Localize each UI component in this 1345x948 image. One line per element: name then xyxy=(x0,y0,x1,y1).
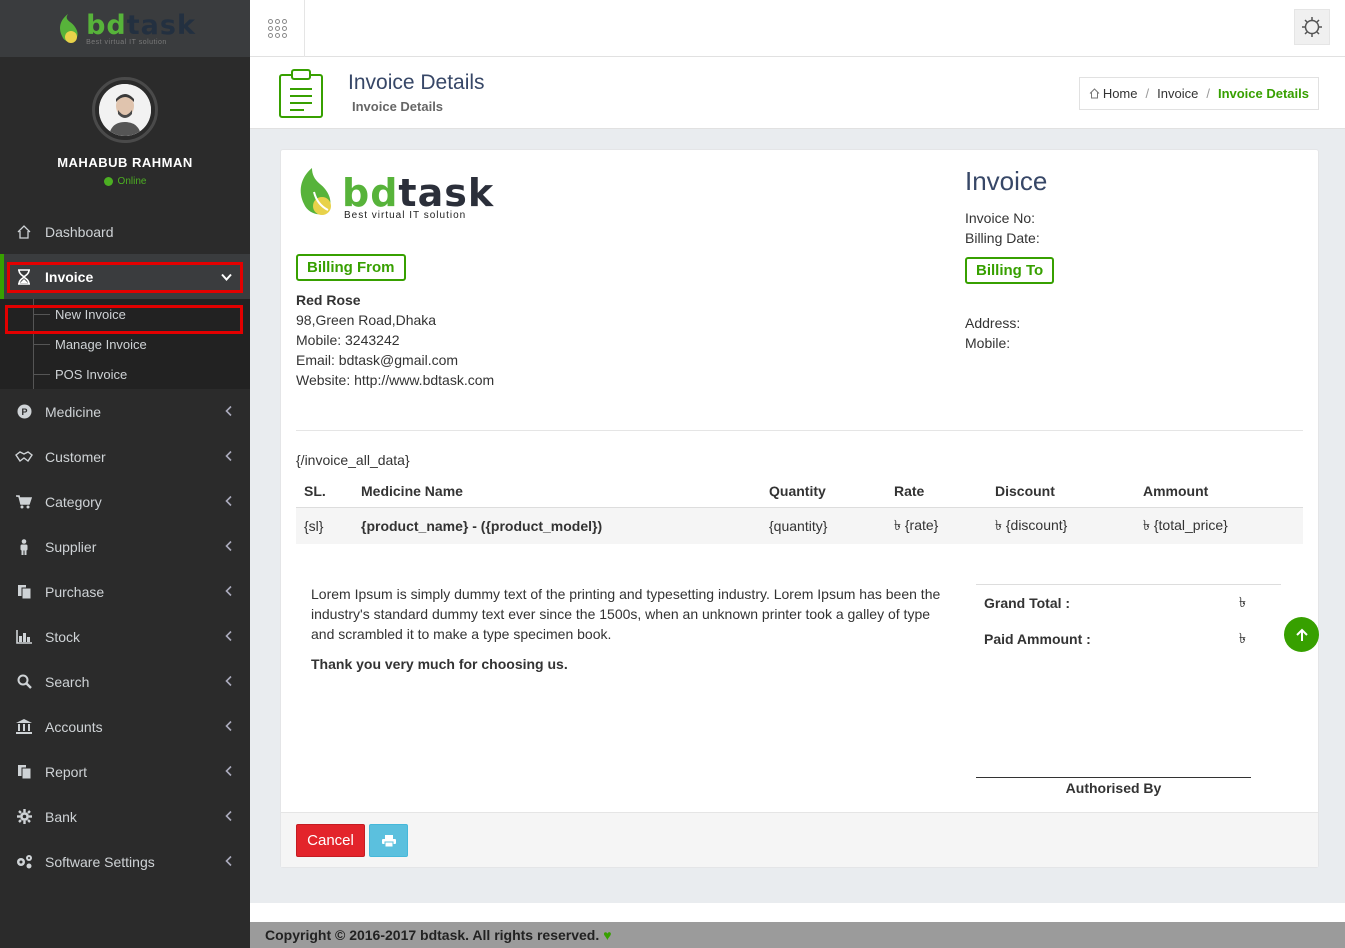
chevron-left-icon xyxy=(225,719,232,734)
sidebar-item-software-settings[interactable]: Software Settings xyxy=(0,839,250,884)
invoice-meta: Invoice No: Billing Date: xyxy=(965,210,1040,246)
user-status: Online xyxy=(0,176,250,187)
scroll-to-top-button[interactable] xyxy=(1284,617,1319,652)
paid-amount-row: Paid Ammount : ৳ xyxy=(984,630,1246,647)
sidebar-item-search[interactable]: Search xyxy=(0,659,250,704)
pill-icon: P xyxy=(15,403,33,421)
invoice-title: Invoice xyxy=(965,166,1048,196)
online-dot-icon xyxy=(103,177,113,186)
invoice-items-table: SL. Medicine Name Quantity Rate Discount… xyxy=(296,475,1303,544)
print-icon xyxy=(381,834,396,847)
sidebar-item-bank[interactable]: Bank xyxy=(0,794,250,839)
template-tag: {/invoice_all_data} xyxy=(296,452,410,468)
copy-icon xyxy=(15,763,33,781)
page-header: Invoice Details Invoice Details Home / I… xyxy=(250,57,1345,129)
col-amount: Ammount xyxy=(1135,475,1303,508)
sidebar-item-medicine[interactable]: P Medicine xyxy=(0,389,250,434)
col-sl: SL. xyxy=(296,475,353,508)
col-rate: Rate xyxy=(886,475,987,508)
heart-icon: ♥ xyxy=(603,927,612,943)
sidebar-logo[interactable]: bdtask Best virtual IT solution xyxy=(0,0,250,57)
breadcrumb-invoice[interactable]: Invoice xyxy=(1157,86,1198,101)
chevron-left-icon xyxy=(225,629,232,644)
gears-icon xyxy=(15,853,33,871)
copy-icon xyxy=(15,583,33,601)
sidebar-item-report[interactable]: Report xyxy=(0,749,250,794)
chevron-left-icon xyxy=(225,764,232,779)
sidebar-item-supplier[interactable]: Supplier xyxy=(0,524,250,569)
sidebar-item-customer[interactable]: Customer xyxy=(0,434,250,479)
table-header-row: SL. Medicine Name Quantity Rate Discount… xyxy=(296,475,1303,508)
sidebar-item-purchase[interactable]: Purchase xyxy=(0,569,250,614)
cancel-button[interactable]: Cancel xyxy=(296,824,365,857)
bank-icon xyxy=(15,718,33,736)
leaf-logo-icon xyxy=(300,168,331,215)
sidebar-item-category[interactable]: Category xyxy=(0,479,250,524)
chevron-left-icon xyxy=(225,539,232,554)
gear-icon xyxy=(1302,17,1322,37)
content-bottom xyxy=(250,903,1345,922)
signature-label: Authorised By xyxy=(1065,780,1162,796)
col-quantity: Quantity xyxy=(761,475,886,508)
invoice-note: Lorem Ipsum is simply dummy text of the … xyxy=(311,584,951,674)
table-row: {sl} {product_name} - ({product_model}) … xyxy=(296,507,1303,544)
thanks-text: Thank you very much for choosing us. xyxy=(311,656,568,672)
page-title: Invoice Details xyxy=(348,71,485,94)
billing-from-badge: Billing From xyxy=(296,254,406,281)
signature-line xyxy=(976,777,1251,778)
handshake-icon xyxy=(15,448,33,466)
breadcrumb: Home / Invoice / Invoice Details xyxy=(1078,77,1319,110)
home-icon xyxy=(1089,88,1100,99)
menu-toggle-button[interactable] xyxy=(250,0,305,57)
billing-to-badge: Billing To xyxy=(965,257,1055,284)
sidebar-item-dashboard[interactable]: Dashboard xyxy=(0,209,250,254)
chevron-left-icon xyxy=(225,404,232,419)
totals-box: Grand Total : ৳ Paid Ammount : ৳ xyxy=(976,584,1281,657)
chevron-left-icon xyxy=(225,584,232,599)
billing-to-address: Address: Mobile: xyxy=(965,315,1021,351)
search-icon xyxy=(15,673,33,691)
copyright-footer: Copyright © 2016-2017 bdtask. All rights… xyxy=(250,922,1345,948)
brand-name: bdtask xyxy=(86,9,196,41)
col-medicine-name: Medicine Name xyxy=(353,475,761,508)
chevron-left-icon xyxy=(225,494,232,509)
col-discount: Discount xyxy=(987,475,1135,508)
invoice-logo: bdtask Best virtual IT solution xyxy=(296,166,494,221)
avatar[interactable] xyxy=(92,77,158,143)
chevron-left-icon xyxy=(225,674,232,689)
user-name: MAHABUB RAHMAN xyxy=(57,155,193,170)
top-navbar xyxy=(250,0,1345,57)
sidebar-item-accounts[interactable]: Accounts xyxy=(0,704,250,749)
chevron-left-icon xyxy=(225,809,232,824)
chevron-left-icon xyxy=(225,449,232,464)
gear-icon xyxy=(15,808,33,826)
divider xyxy=(296,430,1303,431)
svg-text:P: P xyxy=(21,407,27,417)
arrow-up-icon xyxy=(1295,628,1308,641)
print-button[interactable] xyxy=(369,824,408,857)
cart-icon xyxy=(15,493,33,511)
grid-icon xyxy=(267,19,287,38)
bar-chart-icon xyxy=(15,628,33,646)
highlight-box xyxy=(5,305,243,334)
invoice-panel: bdtask Best virtual IT solution Billing … xyxy=(280,149,1319,868)
chevron-left-icon xyxy=(225,854,232,869)
breadcrumb-current: Invoice Details xyxy=(1217,86,1309,101)
highlight-box xyxy=(7,262,243,293)
user-profile: MAHABUB RAHMAN Online xyxy=(0,57,250,187)
leaf-logo-icon xyxy=(60,13,78,43)
grand-total-row: Grand Total : ৳ xyxy=(984,594,1246,611)
avatar-image xyxy=(99,84,151,136)
settings-button[interactable] xyxy=(1294,9,1330,45)
user-icon xyxy=(15,538,33,556)
page-subtitle: Invoice Details xyxy=(352,99,444,114)
billing-from-address: Red Rose 98,Green Road,Dhaka Mobile: 324… xyxy=(296,292,495,388)
home-icon xyxy=(15,223,33,241)
breadcrumb-home[interactable]: Home xyxy=(1089,86,1138,101)
panel-footer: Cancel xyxy=(281,812,1318,867)
sidebar: bdtask Best virtual IT solution MAHABUB … xyxy=(0,0,250,948)
sidebar-item-pos-invoice[interactable]: POS Invoice xyxy=(0,359,250,389)
sidebar-item-stock[interactable]: Stock xyxy=(0,614,250,659)
clipboard-icon xyxy=(279,69,323,118)
